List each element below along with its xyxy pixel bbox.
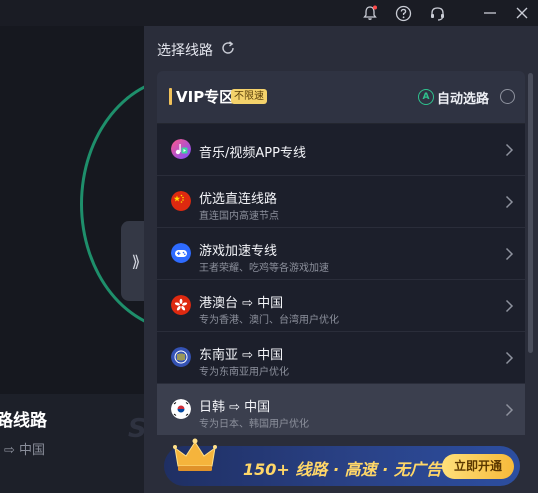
activate-now-button[interactable]: 立即开通 (442, 454, 514, 479)
refresh-icon[interactable] (220, 40, 236, 56)
list-scrollbar[interactable] (528, 73, 533, 353)
promo-text: 150+ 线路 · 高速 · 无广告 (243, 460, 442, 479)
route-item-game[interactable]: 游戏加速专线 王者荣耀、吃鸡等各游戏加速 (157, 228, 525, 280)
route-item-southeast-asia[interactable]: 东南亚 ⇨ 中国 专为东南亚用户优化 (157, 332, 525, 384)
chevron-right-icon (505, 298, 514, 313)
chevron-right-icon (505, 142, 514, 157)
auto-select-icon: A (418, 89, 434, 105)
hongkong-flag-icon (171, 295, 191, 315)
route-desc: 专为东南亚用户优化 (199, 367, 289, 378)
current-route-sub: ⇨ 中国 (4, 443, 46, 458)
auto-select-radio[interactable] (500, 89, 515, 104)
route-item-hk-mo-tw[interactable]: 港澳台 ⇨ 中国 专为香港、澳门、台湾用户优化 (157, 280, 525, 332)
vip-title: VIP专区 (176, 88, 235, 106)
unlimited-badge: 不限速 (231, 89, 267, 104)
bell-icon[interactable] (360, 3, 380, 23)
crown-icon (172, 436, 218, 476)
route-desc: 王者荣耀、吃鸡等各游戏加速 (199, 263, 329, 274)
route-name: 港澳台 ⇨ 中国 (199, 296, 284, 311)
vip-section-header: VIP专区 不限速 A 自动选路 (157, 71, 525, 124)
current-route-label: 路线路 (0, 411, 47, 431)
route-desc: 专为日本、韩国用户优化 (199, 419, 309, 430)
route-name: 游戏加速专线 (199, 244, 278, 259)
close-icon[interactable] (512, 3, 532, 23)
china-flag-icon (171, 191, 191, 211)
title-bar (0, 0, 538, 26)
help-icon[interactable] (393, 3, 413, 23)
route-panel: 选择线路 VIP专区 不限速 A 自动选路 音乐/视频APP专线 优选直连线路 … (144, 26, 538, 493)
vip-promo-banner[interactable]: 150+ 线路 · 高速 · 无广告 立即开通 (164, 438, 520, 486)
route-desc: 直连国内高速节点 (199, 211, 279, 222)
chevron-right-icon (505, 246, 514, 261)
auto-select-label[interactable]: 自动选路 (437, 88, 489, 107)
route-name: 日韩 ⇨ 中国 (199, 400, 271, 415)
route-item-music-video[interactable]: 音乐/视频APP专线 (157, 124, 525, 176)
route-item-direct[interactable]: 优选直连线路 直连国内高速节点 (157, 176, 525, 228)
route-item-japan-korea[interactable]: 日韩 ⇨ 中国 专为日本、韩国用户优化 (157, 384, 525, 436)
route-desc: 专为香港、澳门、台湾用户优化 (199, 315, 339, 326)
double-chevron-right-icon: ⟫ (131, 251, 141, 271)
music-video-icon (171, 139, 191, 159)
minimize-icon[interactable] (480, 3, 500, 23)
vip-accent-bar (169, 88, 172, 105)
route-name: 东南亚 ⇨ 中国 (199, 348, 284, 363)
asean-icon (171, 347, 191, 367)
panel-title: 选择线路 (157, 43, 213, 59)
chevron-right-icon (505, 194, 514, 209)
korea-flag-icon (171, 399, 191, 419)
chevron-right-icon (505, 402, 514, 417)
headset-icon[interactable] (427, 3, 447, 23)
current-route-card[interactable]: 路线路 ⇨ 中国 S (0, 394, 146, 493)
chevron-right-icon (505, 350, 514, 365)
gamepad-icon (171, 243, 191, 263)
route-list: VIP专区 不限速 A 自动选路 音乐/视频APP专线 优选直连线路 直连国内高… (157, 71, 525, 436)
route-name: 优选直连线路 (199, 192, 278, 207)
route-name: 音乐/视频APP专线 (199, 146, 306, 161)
